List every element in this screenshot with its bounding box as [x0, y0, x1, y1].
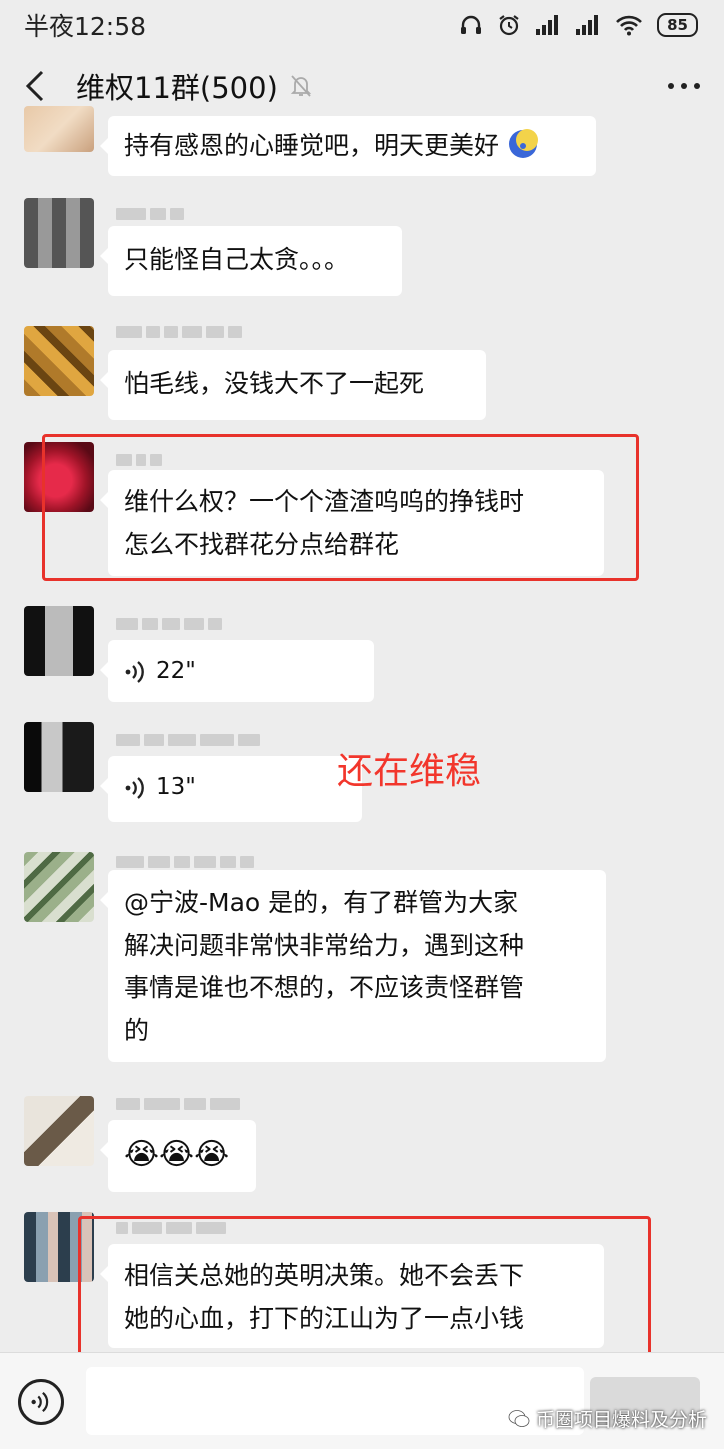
sender-nickname-blurred	[116, 1098, 240, 1112]
sender-nickname-blurred	[116, 454, 162, 468]
avatar[interactable]	[24, 198, 94, 268]
message-text: 持有感恩的心睡觉吧，明天更美好	[124, 131, 500, 160]
title-bar: 维权11群(500)	[0, 50, 724, 122]
watermark-text: 币圈项目爆料及分析	[536, 1409, 708, 1431]
input-bar	[0, 1352, 724, 1449]
sender-nickname-blurred	[116, 208, 184, 222]
chat-title: 维权11群(500)	[76, 71, 278, 105]
message-text: 怕毛线，没钱大不了一起死	[124, 369, 425, 398]
message-text-line: 怎么不找群花分点给群花	[124, 530, 400, 559]
message-bubble[interactable]: 维什么权？一个个渣渣呜呜的挣钱时 怎么不找群花分点给群花	[100, 470, 604, 576]
headset-icon	[461, 15, 482, 34]
message-text-line: 她的心血，打下的江山为了一点小钱	[124, 1304, 525, 1333]
avatar[interactable]	[24, 326, 94, 396]
mute-bell-icon	[290, 74, 312, 98]
avatar[interactable]	[24, 722, 94, 792]
status-bar: 半夜12:58 85	[0, 0, 724, 50]
status-time: 半夜12:58	[24, 12, 147, 41]
sender-nickname-blurred	[116, 618, 222, 632]
avatar[interactable]	[24, 1096, 94, 1166]
voice-duration: 22"	[156, 658, 196, 684]
emoji-text: 😭😭😭	[124, 1137, 230, 1172]
avatar[interactable]	[24, 606, 94, 676]
avatar[interactable]	[24, 106, 94, 152]
avatar[interactable]	[24, 852, 94, 922]
message-text-line: 事情是谁也不想的，不应该责怪群管	[124, 973, 525, 1002]
message-text-line: 相信关总她的英明决策。她不会丢下	[124, 1261, 525, 1290]
sender-nickname-blurred	[116, 1222, 226, 1236]
wifi-icon	[616, 15, 643, 36]
signal-icon-2	[576, 15, 599, 35]
alarm-icon	[499, 15, 519, 36]
message-text: 只能怪自己太贪。。。	[124, 245, 350, 274]
status-icons: 85	[459, 13, 698, 37]
moon-emoji-icon	[508, 129, 538, 158]
voice-duration: 13"	[156, 774, 196, 800]
message-bubble[interactable]: 持有感恩的心睡觉吧，明天更美好	[100, 116, 596, 176]
voice-wave-icon	[31, 1391, 49, 1413]
message-bubble[interactable]: 怕毛线，没钱大不了一起死	[100, 350, 486, 420]
sender-nickname-blurred	[116, 326, 242, 340]
back-icon[interactable]	[24, 66, 54, 106]
battery-indicator: 85	[657, 13, 698, 37]
message-text-line: 的	[124, 1015, 150, 1045]
voice-message-bubble[interactable]: 22"	[100, 640, 374, 702]
message-bubble[interactable]: 相信关总她的英明决策。她不会丢下 她的心血，打下的江山为了一点小钱	[100, 1244, 604, 1348]
sender-nickname-blurred	[116, 856, 254, 870]
message-bubble[interactable]: @宁波-Mao 是的，有了群管为大家 解决问题非常快非常给力，遇到这种 事情是谁…	[100, 870, 606, 1062]
emoji-message-bubble[interactable]: 😭😭😭	[100, 1120, 256, 1192]
voice-message-bubble[interactable]: 13"	[100, 756, 362, 822]
message-text-line: 维什么权？一个个渣渣呜呜的挣钱时	[124, 487, 525, 516]
wechat-icon	[508, 1409, 530, 1427]
avatar[interactable]	[24, 1212, 94, 1282]
avatar[interactable]	[24, 442, 94, 512]
message-bubble[interactable]: 只能怪自己太贪。。。	[100, 226, 402, 296]
watermark: 币圈项目爆料及分析	[508, 1405, 707, 1432]
sender-nickname-blurred	[116, 734, 260, 748]
voice-wave-icon	[125, 776, 144, 799]
annotation-text: 还在维稳	[337, 751, 482, 792]
message-text-line: 解决问题非常快非常给力，遇到这种	[124, 930, 525, 960]
message-text-line: @宁波-Mao 是的，有了群管为大家	[124, 888, 519, 917]
voice-wave-icon	[125, 660, 144, 683]
voice-input-button[interactable]	[18, 1379, 64, 1425]
more-options-icon[interactable]	[668, 83, 700, 89]
signal-icon	[536, 15, 559, 35]
